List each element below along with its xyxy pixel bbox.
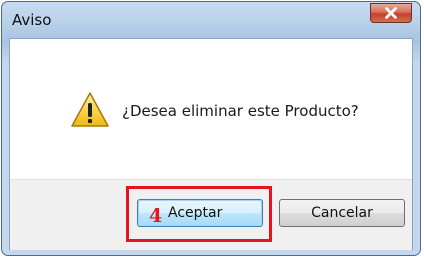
- confirmation-message: ¿Desea eliminar este Producto?: [122, 102, 359, 120]
- title-bar[interactable]: Aviso: [2, 2, 420, 38]
- warning-icon: [71, 92, 109, 127]
- button-bar: Aceptar 4 Cancelar: [10, 179, 412, 250]
- message-area: ¿Desea eliminar este Producto?: [10, 39, 412, 179]
- dialog-window: Aviso ¿Desea eliminar este Producto? Ace…: [1, 1, 421, 256]
- cancel-button[interactable]: Cancelar: [279, 199, 405, 227]
- window-title: Aviso: [12, 11, 52, 29]
- close-button[interactable]: [370, 3, 412, 23]
- annotation-step-number: 4: [149, 205, 163, 227]
- close-x-icon: [385, 7, 397, 19]
- dialog-body: ¿Desea eliminar este Producto? Aceptar 4…: [9, 38, 413, 250]
